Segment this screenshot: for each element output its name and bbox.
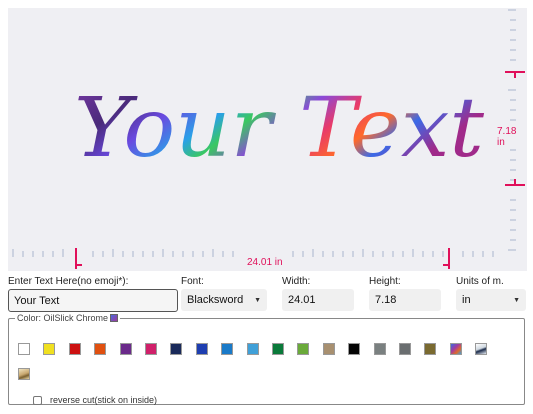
width-label: Width: [282,276,311,287]
font-select[interactable]: Blacksword ▼ [181,289,267,311]
swatch-yellow[interactable] [43,343,56,355]
units-select-value: in [462,294,471,306]
units-select[interactable]: in ▼ [456,289,526,311]
preview-sample-text: Your Text [74,81,485,176]
swatch-medium-blue[interactable] [221,343,234,355]
swatch-blue[interactable] [195,343,208,355]
text-preview-canvas: Your Text 7.18 in 24.01 in [8,8,527,271]
color-legend: Color: OilSlick Chrome [15,313,120,323]
height-readout: 7.18 in [497,126,517,148]
color-legend-text: Color: OilSlick Chrome [17,313,109,323]
swatch-red[interactable] [68,343,81,355]
swatch-olive-brown[interactable] [424,343,437,355]
units-label: Units of m. [456,276,504,287]
reverse-cut-option[interactable]: reverse cut(stick on inside) [33,395,157,405]
chevron-down-icon: ▼ [513,296,520,304]
height-label: Height: [369,276,401,287]
swatch-orange[interactable] [94,343,107,355]
height-field[interactable]: 7.18 [369,289,441,311]
text-input[interactable] [8,289,178,312]
color-fieldset: Color: OilSlick Chrome reverse cut(stick… [8,313,525,405]
reverse-cut-label: reverse cut(stick on inside) [50,395,158,405]
swatch-dark-gray[interactable] [399,343,411,355]
horizontal-ruler [12,249,494,257]
reverse-cut-checkbox[interactable] [33,395,42,405]
swatch-magenta[interactable] [145,343,157,355]
font-select-value: Blacksword [187,294,244,306]
font-label: Font: [181,276,204,287]
width-readout: 24.01 in [247,257,283,268]
swatch-gold-chrome[interactable] [18,368,30,380]
width-field[interactable]: 24.01 [282,289,354,311]
swatch-gray[interactable] [373,343,386,355]
width-value: 24.01 [288,294,316,306]
swatch-black[interactable] [348,343,361,355]
chevron-down-icon: ▼ [254,296,261,304]
swatch-green[interactable] [272,343,284,355]
swatch-purple[interactable] [119,343,132,355]
swatch-light-blue[interactable] [246,343,259,355]
text-input-label: Enter Text Here(no emoji*): [8,276,129,287]
swatch-chrome-silver[interactable] [475,343,488,355]
swatch-tan[interactable] [322,343,335,355]
swatch-lime-green[interactable] [297,343,310,355]
swatch-white[interactable] [18,343,30,355]
height-value: 7.18 [375,294,397,306]
swatch-navy[interactable] [170,343,183,355]
selected-color-chip [110,314,119,322]
preview-svg: Your Text [12,9,525,269]
swatch-oilslick-chrome[interactable] [449,343,462,355]
